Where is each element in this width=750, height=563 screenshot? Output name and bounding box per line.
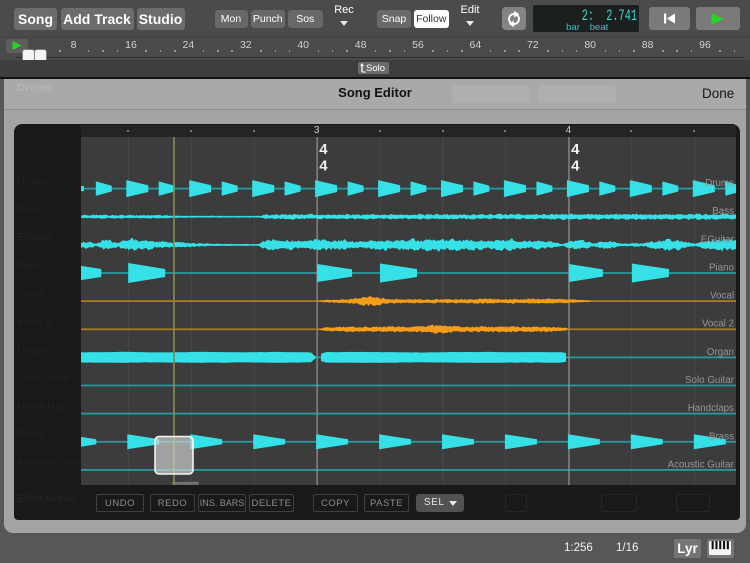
svg-text:Solo Guitar: Solo Guitar [684, 375, 734, 386]
svg-text:Piano: Piano [708, 262, 734, 273]
svg-text:4: 4 [319, 141, 328, 158]
svg-text:Vocal 2: Vocal 2 [701, 318, 733, 329]
svg-text:4: 4 [571, 157, 580, 174]
svg-text:Brass: Brass [708, 431, 733, 442]
svg-text:Drums: Drums [705, 178, 734, 189]
svg-text:Handclaps: Handclaps [687, 403, 733, 414]
svg-text:EGuitar: EGuitar [700, 234, 734, 245]
svg-text:4: 4 [571, 141, 580, 158]
svg-text:4: 4 [319, 157, 328, 174]
svg-text:Bass: Bass [712, 206, 734, 217]
svg-text:Organ: Organ [706, 346, 733, 357]
svg-text:Vocal: Vocal [710, 290, 734, 301]
svg-text:Acoustic Guitar: Acoustic Guitar [667, 459, 734, 470]
